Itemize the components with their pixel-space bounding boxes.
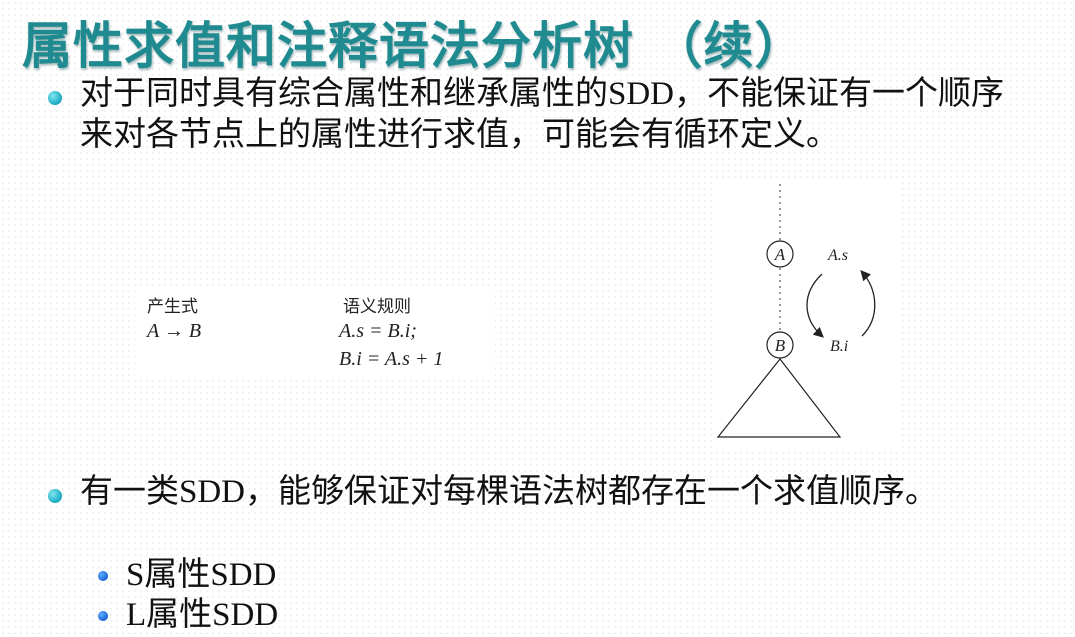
sub-bullet-marker [98, 611, 108, 621]
production-header: 产生式 [147, 297, 198, 317]
node-b-label: B [775, 336, 786, 355]
attr-bi-label: B.i [830, 338, 848, 355]
parse-tree-svg: A B A.s B.i [716, 184, 876, 438]
slide-title: 属性求值和注释语法分析树 （续） [22, 17, 806, 75]
attr-as-label: A.s [827, 247, 848, 264]
node-a-label: A [774, 245, 786, 264]
dependency-arrow-down [806, 273, 824, 338]
bullet-marker [48, 489, 62, 503]
bullet-text-ordering: 有一类SDD，能够保证对每棵语法树都存在一个求值顺序。 [80, 474, 939, 510]
dependency-arrow-up [860, 270, 876, 337]
rule-cell-1: A.s = B.i; [339, 320, 417, 342]
production-cell: A → B [147, 320, 202, 342]
rule-cell-2: B.i = A.s + 1 [339, 348, 444, 370]
semantic-rules-header: 语义规则 [343, 297, 411, 317]
sub-bullet-marker [98, 571, 108, 581]
parse-tree-figure: A B A.s B.i [712, 178, 900, 450]
semantic-rules-table: 产生式 语义规则 A → B A.s = B.i; B.i = A.s + 1 [135, 286, 495, 376]
bullet-marker [48, 91, 62, 105]
subtree-triangle [716, 358, 842, 438]
sub-item-l-attributed: L属性SDD [126, 597, 279, 633]
sub-item-s-attributed: S属性SDD [126, 557, 277, 593]
bullet-text-cyclic: 对于同时具有综合属性和继承属性的SDD，不能保证有一个顺序来对各节点上的属性进行… [80, 76, 1005, 153]
